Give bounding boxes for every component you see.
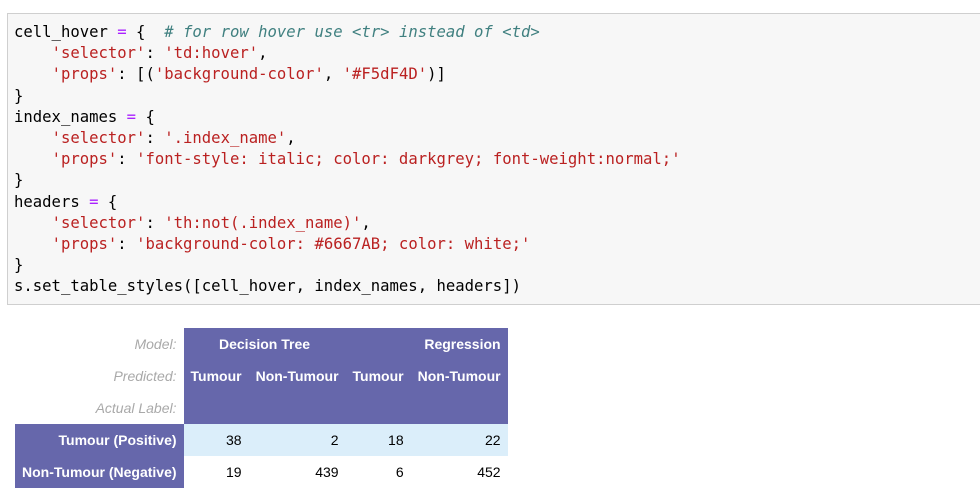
code-line: index_names = { [14, 107, 681, 128]
code-text: , [286, 128, 296, 147]
code-line: 'props': 'background-color: #6667AB; col… [14, 234, 681, 255]
code-text: } [14, 86, 24, 105]
code-text: : [145, 128, 165, 147]
header-row-model: Model: Decision Tree Regression [15, 328, 508, 360]
table-cell[interactable]: 22 [410, 424, 508, 456]
header-row-actual: Actual Label: [15, 392, 508, 424]
code-operator: = [126, 107, 137, 126]
code-line: 'selector': 'th:not(.index_name)', [14, 213, 681, 234]
code-line: 'props': 'font-style: italic; color: dar… [14, 149, 681, 170]
code-string: 'selector' [51, 44, 146, 63]
header-blank [183, 392, 249, 424]
code-operator: = [89, 192, 99, 211]
code-text: { [126, 23, 165, 41]
header-blank [345, 392, 411, 424]
index-name-actual-label: Actual Label: [15, 392, 184, 424]
code-string: '#F5dF4D' [342, 65, 428, 84]
code-text: { [136, 107, 155, 126]
row-label-non-tumour-negative: Non-Tumour (Negative) [15, 456, 184, 488]
code-string: 'props' [51, 150, 118, 169]
index-name-predicted: Predicted: [15, 360, 184, 392]
table-cell[interactable]: 18 [345, 424, 411, 456]
code-text: } [14, 256, 24, 275]
code-text: } [14, 171, 24, 190]
code-string: 'td:hover' [164, 44, 259, 63]
table-cell[interactable]: 439 [249, 456, 346, 488]
code-string: 'selector' [51, 213, 146, 232]
index-name-model: Model: [15, 328, 184, 360]
code-editor[interactable]: cell_hover = { # for row hover use <tr> … [14, 22, 681, 297]
code-comment: # for row hover use <tr> instead of <td> [164, 23, 540, 41]
code-text: , [258, 44, 268, 63]
header-row-predicted: Predicted: Tumour Non-Tumour Tumour Non-… [15, 360, 508, 392]
code-text: cell_hover [14, 23, 118, 41]
code-operator: = [117, 23, 127, 41]
table-row[interactable]: Tumour (Positive) 38 2 18 22 [15, 424, 508, 456]
styled-dataframe: Model: Decision Tree Regression Predicte… [15, 328, 508, 488]
model-header-regression: Regression [345, 328, 508, 360]
code-line: } [14, 255, 681, 276]
predicted-header: Tumour [183, 360, 249, 392]
code-text: : [145, 213, 165, 232]
code-line: 'selector': 'td:hover', [14, 43, 681, 64]
code-string: 'props' [51, 234, 118, 253]
code-string: 'font-style: italic; color: darkgrey; fo… [136, 150, 681, 169]
table-cell[interactable]: 452 [411, 456, 508, 488]
code-line: headers = { [14, 192, 681, 213]
code-text: )] [427, 65, 446, 84]
table-cell-hovered[interactable]: 38 [183, 424, 249, 456]
code-string: 'background-color: #6667AB; color: white… [136, 234, 531, 253]
code-line: cell_hover = { # for row hover use <tr> … [14, 22, 681, 43]
code-line: 'selector': '.index_name', [14, 128, 681, 149]
table-cell[interactable]: 19 [184, 456, 249, 488]
code-text: index_names [14, 107, 127, 126]
header-blank [410, 392, 508, 424]
header-blank [248, 392, 346, 424]
code-text: : [117, 234, 137, 253]
table-cell[interactable]: 6 [346, 456, 411, 488]
row-label-tumour-positive: Tumour (Positive) [15, 424, 184, 456]
code-string: 'th:not(.index_name)' [164, 213, 362, 232]
code-line: } [14, 170, 681, 191]
code-text: { [98, 192, 118, 211]
code-line: 'props': [('background-color', '#F5dF4D'… [14, 64, 681, 85]
code-text: , [361, 213, 371, 232]
code-string: 'props' [51, 65, 118, 84]
model-header-decision-tree: Decision Tree [183, 328, 346, 360]
output-area: Model: Decision Tree Regression Predicte… [15, 328, 508, 488]
code-string: '.index_name' [164, 128, 287, 147]
code-text: : [117, 150, 137, 169]
code-text: : [( [117, 65, 155, 84]
code-text: s.set_table_styles([cell_hover, index_na… [14, 277, 521, 296]
code-cell[interactable]: cell_hover = { # for row hover use <tr> … [7, 13, 980, 305]
code-line: s.set_table_styles([cell_hover, index_na… [14, 276, 681, 297]
predicted-header: Tumour [345, 360, 411, 392]
table-row[interactable]: Non-Tumour (Negative) 19 439 6 452 [15, 456, 508, 488]
predicted-header: Non-Tumour [248, 360, 346, 392]
table-cell[interactable]: 2 [248, 424, 346, 456]
code-line: } [14, 86, 681, 107]
code-string: 'background-color' [154, 65, 324, 84]
code-text: , [323, 65, 343, 84]
predicted-header: Non-Tumour [410, 360, 508, 392]
code-string: 'selector' [51, 128, 146, 147]
code-text: : [145, 44, 165, 63]
code-text: headers [14, 192, 90, 211]
